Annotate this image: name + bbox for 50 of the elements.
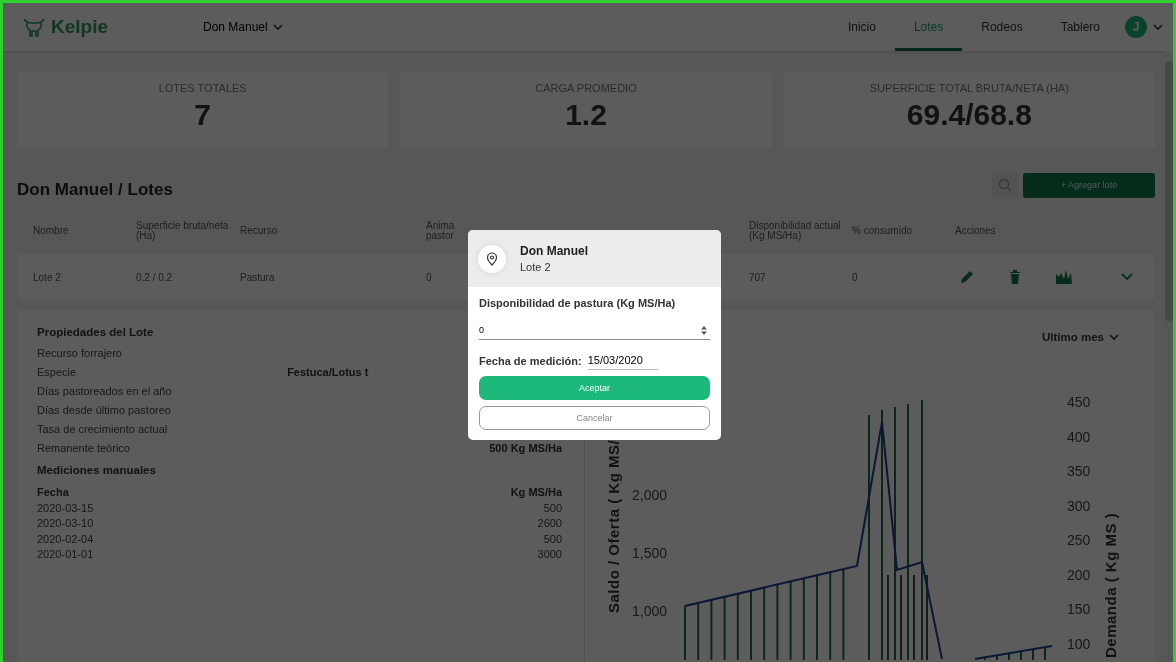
axis-tick-label: 2,000 <box>631 487 667 503</box>
axis-title: Saldo / Oferta ( Kg MS/ <box>605 439 622 613</box>
dialog-subtitle: Lote 2 <box>520 261 552 273</box>
stat-value: 1.2 <box>565 98 607 132</box>
section-title: Propiedades del Lote <box>37 326 154 338</box>
axis-tick-label: 200 <box>1067 566 1091 583</box>
property-label: Días pastoreados en el año <box>37 384 172 397</box>
column-header: Nombre <box>33 226 70 236</box>
section-title: Mediciones manuales <box>37 464 156 476</box>
stat-value: 69.4/68.8 <box>906 98 1032 132</box>
axis-tick-label: 450 <box>1067 394 1091 410</box>
property-label: Remanente teórico <box>37 441 130 454</box>
column-header: Fecha <box>37 485 69 498</box>
table-cell: 2600 <box>537 517 562 530</box>
table-cell: 2020-02-04 <box>37 532 94 545</box>
table-cell: 500 <box>543 501 562 514</box>
table-cell: 2020-01-01 <box>37 548 94 561</box>
stat-value: 7 <box>194 98 211 132</box>
property-label: Especie <box>37 365 77 378</box>
table-cell-text: Pastura <box>240 271 276 283</box>
property-label: Tasa de crecimiento actual <box>37 422 168 435</box>
property-value: 500 Kg MS/Ha <box>489 441 562 454</box>
page-title: Don Manuel / Lotes <box>17 179 174 200</box>
axis-tick-label: 1,000 <box>631 603 667 619</box>
axis-tick-label: 250 <box>1067 532 1091 548</box>
axis-tick-label: 400 <box>1067 428 1091 445</box>
dialog-title: Don Manuel <box>520 244 588 258</box>
axis-tick-label: 1,500 <box>631 545 667 561</box>
axis-tick-label: 300 <box>1067 497 1091 514</box>
table-cell: 2020-03-15 <box>37 501 94 514</box>
table-cell-text: Lote 2 <box>33 271 62 283</box>
property-label: Días desde último pastoreo <box>37 403 171 416</box>
property-label: Recurso forrajero <box>37 346 122 359</box>
field-label: Fecha de medición: <box>479 355 582 367</box>
table-cell-text: 707 <box>749 271 767 283</box>
axis-tick-label: 150 <box>1067 601 1091 617</box>
table-cell: 2020-03-10 <box>37 517 94 530</box>
column-header: Recurso <box>240 226 279 236</box>
property-value: Festuca/Lotus t <box>287 365 369 378</box>
field-label: Disponibilidad de pastura (Kg MS/Ha) <box>479 297 677 309</box>
column-header: Superficie bruta/neta (Ha) <box>136 221 230 241</box>
column-header: % consumido <box>852 226 914 236</box>
column-header: Acciones <box>955 226 997 236</box>
axis-title: Demanda ( Kg MS ) <box>1102 512 1119 658</box>
table-cell: 3000 <box>537 548 562 561</box>
column-header: Kg MS/Ha <box>510 485 562 498</box>
axis-tick-label: 100 <box>1067 635 1091 652</box>
table-cell-text: 0.2 / 0.2 <box>136 271 174 283</box>
table-cell: 500 <box>543 532 562 545</box>
axis-tick-label: 350 <box>1067 463 1091 479</box>
